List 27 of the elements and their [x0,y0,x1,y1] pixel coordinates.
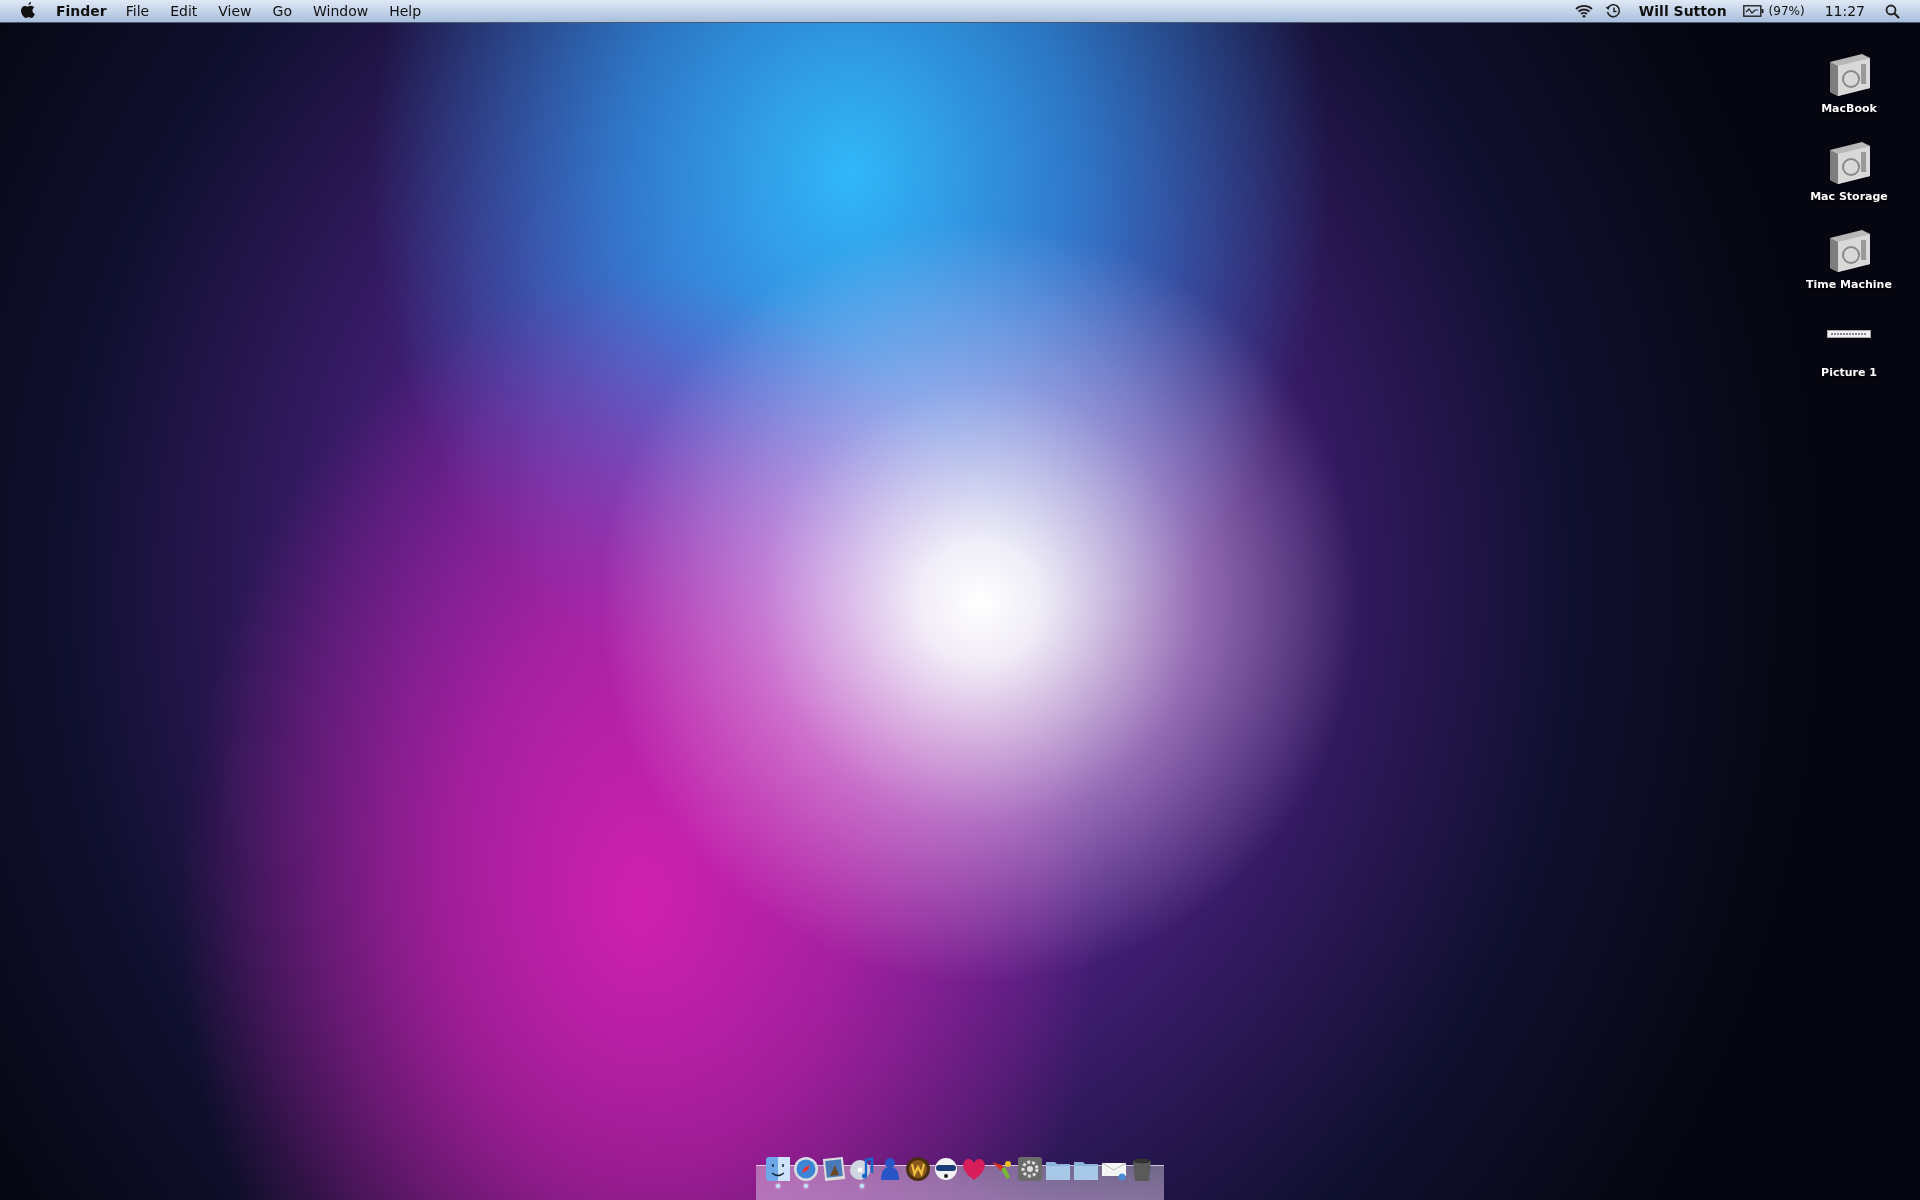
compass-icon[interactable] [793,1156,819,1182]
apple-logo-icon[interactable] [20,2,36,20]
helmet-icon[interactable] [933,1156,959,1182]
user-name[interactable]: Will Sutton [1638,3,1727,19]
menu-item[interactable]: Window [312,3,369,19]
clock-arrow-icon[interactable] [1604,3,1621,19]
menu-item[interactable]: File [125,3,150,19]
wifi-icon[interactable] [1574,4,1593,18]
battery-icon[interactable] [1742,5,1765,17]
menu-item[interactable]: Edit [170,3,198,19]
search-icon[interactable] [1885,3,1900,19]
gear-icon[interactable] [1017,1156,1043,1182]
photo-icon[interactable] [821,1156,847,1182]
finder-face-icon[interactable] [765,1156,791,1182]
menu-clock[interactable]: 11:27 [1824,3,1865,19]
image-thumbnail-icon[interactable] [1827,330,1871,338]
desktop-icon-label[interactable]: MacBook [1821,102,1877,119]
menu-item[interactable]: Go [272,3,292,19]
music-disc-icon[interactable] [849,1156,875,1182]
desktop-icon-label[interactable]: Mac Storage [1810,190,1888,207]
desktop-icon-label[interactable]: Time Machine [1806,278,1892,295]
menu-item[interactable]: Help [389,3,422,19]
battery-percentage: (97%) [1768,4,1805,18]
menu-item[interactable]: View [218,3,252,19]
desktop-icon-label[interactable]: Picture 1 [1821,366,1877,383]
round-emblem-icon[interactable] [905,1156,931,1182]
app-menu[interactable]: Finder [56,3,107,19]
